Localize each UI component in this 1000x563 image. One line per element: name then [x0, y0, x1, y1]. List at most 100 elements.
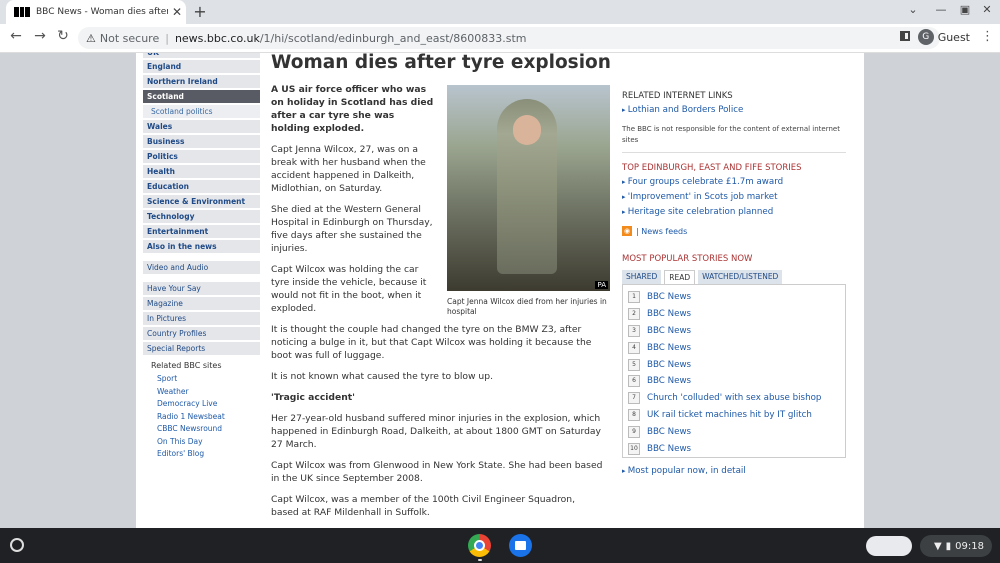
list-item[interactable]: 3 BBC News [623, 323, 845, 340]
wifi-icon: ▼ [933, 540, 942, 552]
clock: 09:18 [955, 540, 984, 552]
bbc-page: UK England Northern Ireland Scotland Sco… [136, 53, 864, 528]
list-item[interactable]: 7 Church 'colluded' with sex abuse bishop [623, 390, 845, 407]
top-story-link[interactable]: 'Improvement' in Scots job market [622, 190, 846, 205]
launcher-icon[interactable] [10, 538, 24, 552]
address-bar[interactable]: ⚠ Not secure | news.bbc.co.uk /1/hi/scot… [78, 27, 940, 49]
left-navigation: UK England Northern Ireland Scotland Sco… [143, 53, 260, 461]
nav-wales[interactable]: Wales [143, 120, 260, 133]
chrome-icon[interactable] [468, 534, 491, 557]
nav-special-reports[interactable]: Special Reports [143, 342, 260, 355]
close-tab-icon[interactable]: ✕ [168, 5, 186, 19]
battery-icon: ▮ [945, 540, 952, 552]
web-viewport: UK England Northern Ireland Scotland Sco… [0, 53, 1000, 528]
headline: Woman dies after tyre explosion [271, 53, 611, 73]
related-site-link[interactable]: CBBC Newsround [151, 423, 260, 436]
warning-icon: ⚠ [86, 31, 96, 45]
nav-entertainment[interactable]: Entertainment [143, 225, 260, 238]
nav-business[interactable]: Business [143, 135, 260, 148]
status-area[interactable]: ▼ ▮ 09:18 [920, 535, 992, 557]
new-tab-button[interactable]: + [190, 2, 210, 21]
nav-northern-ireland[interactable]: Northern Ireland [143, 75, 260, 88]
photo-credit: PA [595, 281, 608, 289]
side-panel-icon[interactable] [900, 31, 910, 41]
maximize-icon[interactable]: ▣ [956, 3, 974, 16]
list-item[interactable]: 8 UK rail ticket machines hit by IT glitc… [623, 407, 845, 424]
security-label: Not secure [99, 31, 160, 45]
related-link[interactable]: Lothian and Borders Police [622, 103, 846, 118]
bbc-favicon-icon [14, 7, 31, 17]
profile-label: Guest [937, 30, 970, 44]
article-subheading: 'Tragic accident' [271, 392, 355, 403]
related-site-link[interactable]: Weather [151, 386, 260, 399]
close-window-icon[interactable]: ✕ [978, 3, 996, 16]
nav-have-your-say[interactable]: Have Your Say [143, 282, 260, 295]
tab-title: BBC News - Woman dies after ty [36, 7, 168, 17]
nav-scotland-politics[interactable]: Scotland politics [143, 105, 260, 118]
list-item[interactable]: 4 BBC News [623, 339, 845, 356]
news-feeds-link[interactable]: ◉ | News feeds [622, 226, 846, 236]
related-links-heading: RELATED INTERNET LINKS [622, 91, 733, 101]
list-item[interactable]: 1 BBC News [623, 289, 845, 306]
related-site-link[interactable]: On This Day [151, 436, 260, 449]
photo-caption: Capt Jenna Wilcox died from her injuries… [447, 297, 607, 316]
list-item[interactable]: 10 BBC News [623, 440, 845, 457]
most-popular-heading: MOST POPULAR STORIES NOW [622, 254, 753, 264]
nav-magazine[interactable]: Magazine [143, 297, 260, 310]
tab-strip: BBC News - Woman dies after ty ✕ + ⌄ — ▣… [0, 0, 1000, 24]
article-paragraph: Capt Wilcox was from Glenwood in New Yor… [271, 460, 603, 484]
forward-icon[interactable]: → [30, 28, 50, 44]
files-icon[interactable] [509, 534, 532, 557]
profile-button[interactable]: G Guest [917, 29, 970, 45]
nav-health[interactable]: Health [143, 165, 260, 178]
related-site-link[interactable]: Democracy Live [151, 398, 260, 411]
article-paragraph: Capt Jenna Wilcox, 27, was on a break wi… [271, 144, 426, 194]
nav-technology[interactable]: Technology [143, 210, 260, 223]
back-icon[interactable]: ← [6, 28, 26, 44]
browser-tab[interactable]: BBC News - Woman dies after ty ✕ [6, 0, 186, 24]
related-bbc-sites: Related BBC sites Sport Weather Democrac… [143, 361, 260, 461]
tab-search-icon[interactable]: ⌄ [904, 3, 922, 16]
most-popular-detail-link[interactable]: Most popular now, in detail [622, 464, 846, 479]
most-popular-list: 1 BBC News 2 BBC News 3 BBC News 4 BBC News … [622, 284, 846, 458]
list-item[interactable]: 6 BBC News [623, 373, 845, 390]
related-site-link[interactable]: Editors' Blog [151, 448, 260, 461]
tab-shared[interactable]: SHARED [622, 270, 662, 284]
nav-uk[interactable]: UK [143, 53, 260, 58]
nav-scotland[interactable]: Scotland [143, 90, 260, 103]
url-path: /1/hi/scotland/edinburgh_and_east/860083… [259, 31, 527, 45]
related-site-link[interactable]: Radio 1 Newsbeat [151, 411, 260, 424]
running-indicator [478, 559, 482, 561]
reload-icon[interactable]: ↻ [53, 28, 73, 44]
top-stories-heading: TOP EDINBURGH, EAST AND FIFE STORIES [622, 163, 802, 173]
list-item[interactable]: 5 BBC News [623, 356, 845, 373]
nav-also-in-news[interactable]: Also in the news [143, 240, 260, 253]
os-shelf: ▼ ▮ 09:18 [0, 528, 1000, 563]
nav-video-audio[interactable]: Video and Audio [143, 261, 260, 274]
article-paragraph: She died at the Western General Hospital… [271, 204, 433, 254]
related-site-link[interactable]: Sport [151, 373, 260, 386]
nav-politics[interactable]: Politics [143, 150, 260, 163]
nav-education[interactable]: Education [143, 180, 260, 193]
nav-country-profiles[interactable]: Country Profiles [143, 327, 260, 340]
article-paragraph: Her 27-year-old husband suffered minor i… [271, 413, 601, 450]
top-story-link[interactable]: Four groups celebrate £1.7m award [622, 175, 846, 190]
top-story-link[interactable]: Heritage site celebration planned [622, 205, 846, 220]
nav-england[interactable]: England [143, 60, 260, 73]
tray-thumbnail[interactable] [866, 536, 912, 556]
right-column: RELATED INTERNET LINKS Lothian and Borde… [622, 91, 846, 479]
avatar-icon: G [917, 29, 934, 45]
rss-icon: ◉ [622, 226, 632, 236]
minimize-icon[interactable]: — [932, 3, 950, 16]
browser-toolbar: ← → ↻ ⚠ Not secure | news.bbc.co.uk /1/h… [0, 24, 1000, 53]
list-item[interactable]: 9 BBC News [623, 423, 845, 440]
article-paragraph: It is thought the couple had changed the… [271, 324, 592, 361]
nav-science[interactable]: Science & Environment [143, 195, 260, 208]
list-item[interactable]: 2 BBC News [623, 306, 845, 323]
article-photo: PA [447, 85, 610, 291]
external-disclaimer: The BBC is not responsible for the conte… [622, 124, 846, 153]
menu-icon[interactable]: ⋮ [981, 29, 994, 44]
nav-in-pictures[interactable]: In Pictures [143, 312, 260, 325]
tab-read[interactable]: READ [664, 270, 696, 284]
tab-watched-listened[interactable]: WATCHED/LISTENED [698, 270, 783, 284]
